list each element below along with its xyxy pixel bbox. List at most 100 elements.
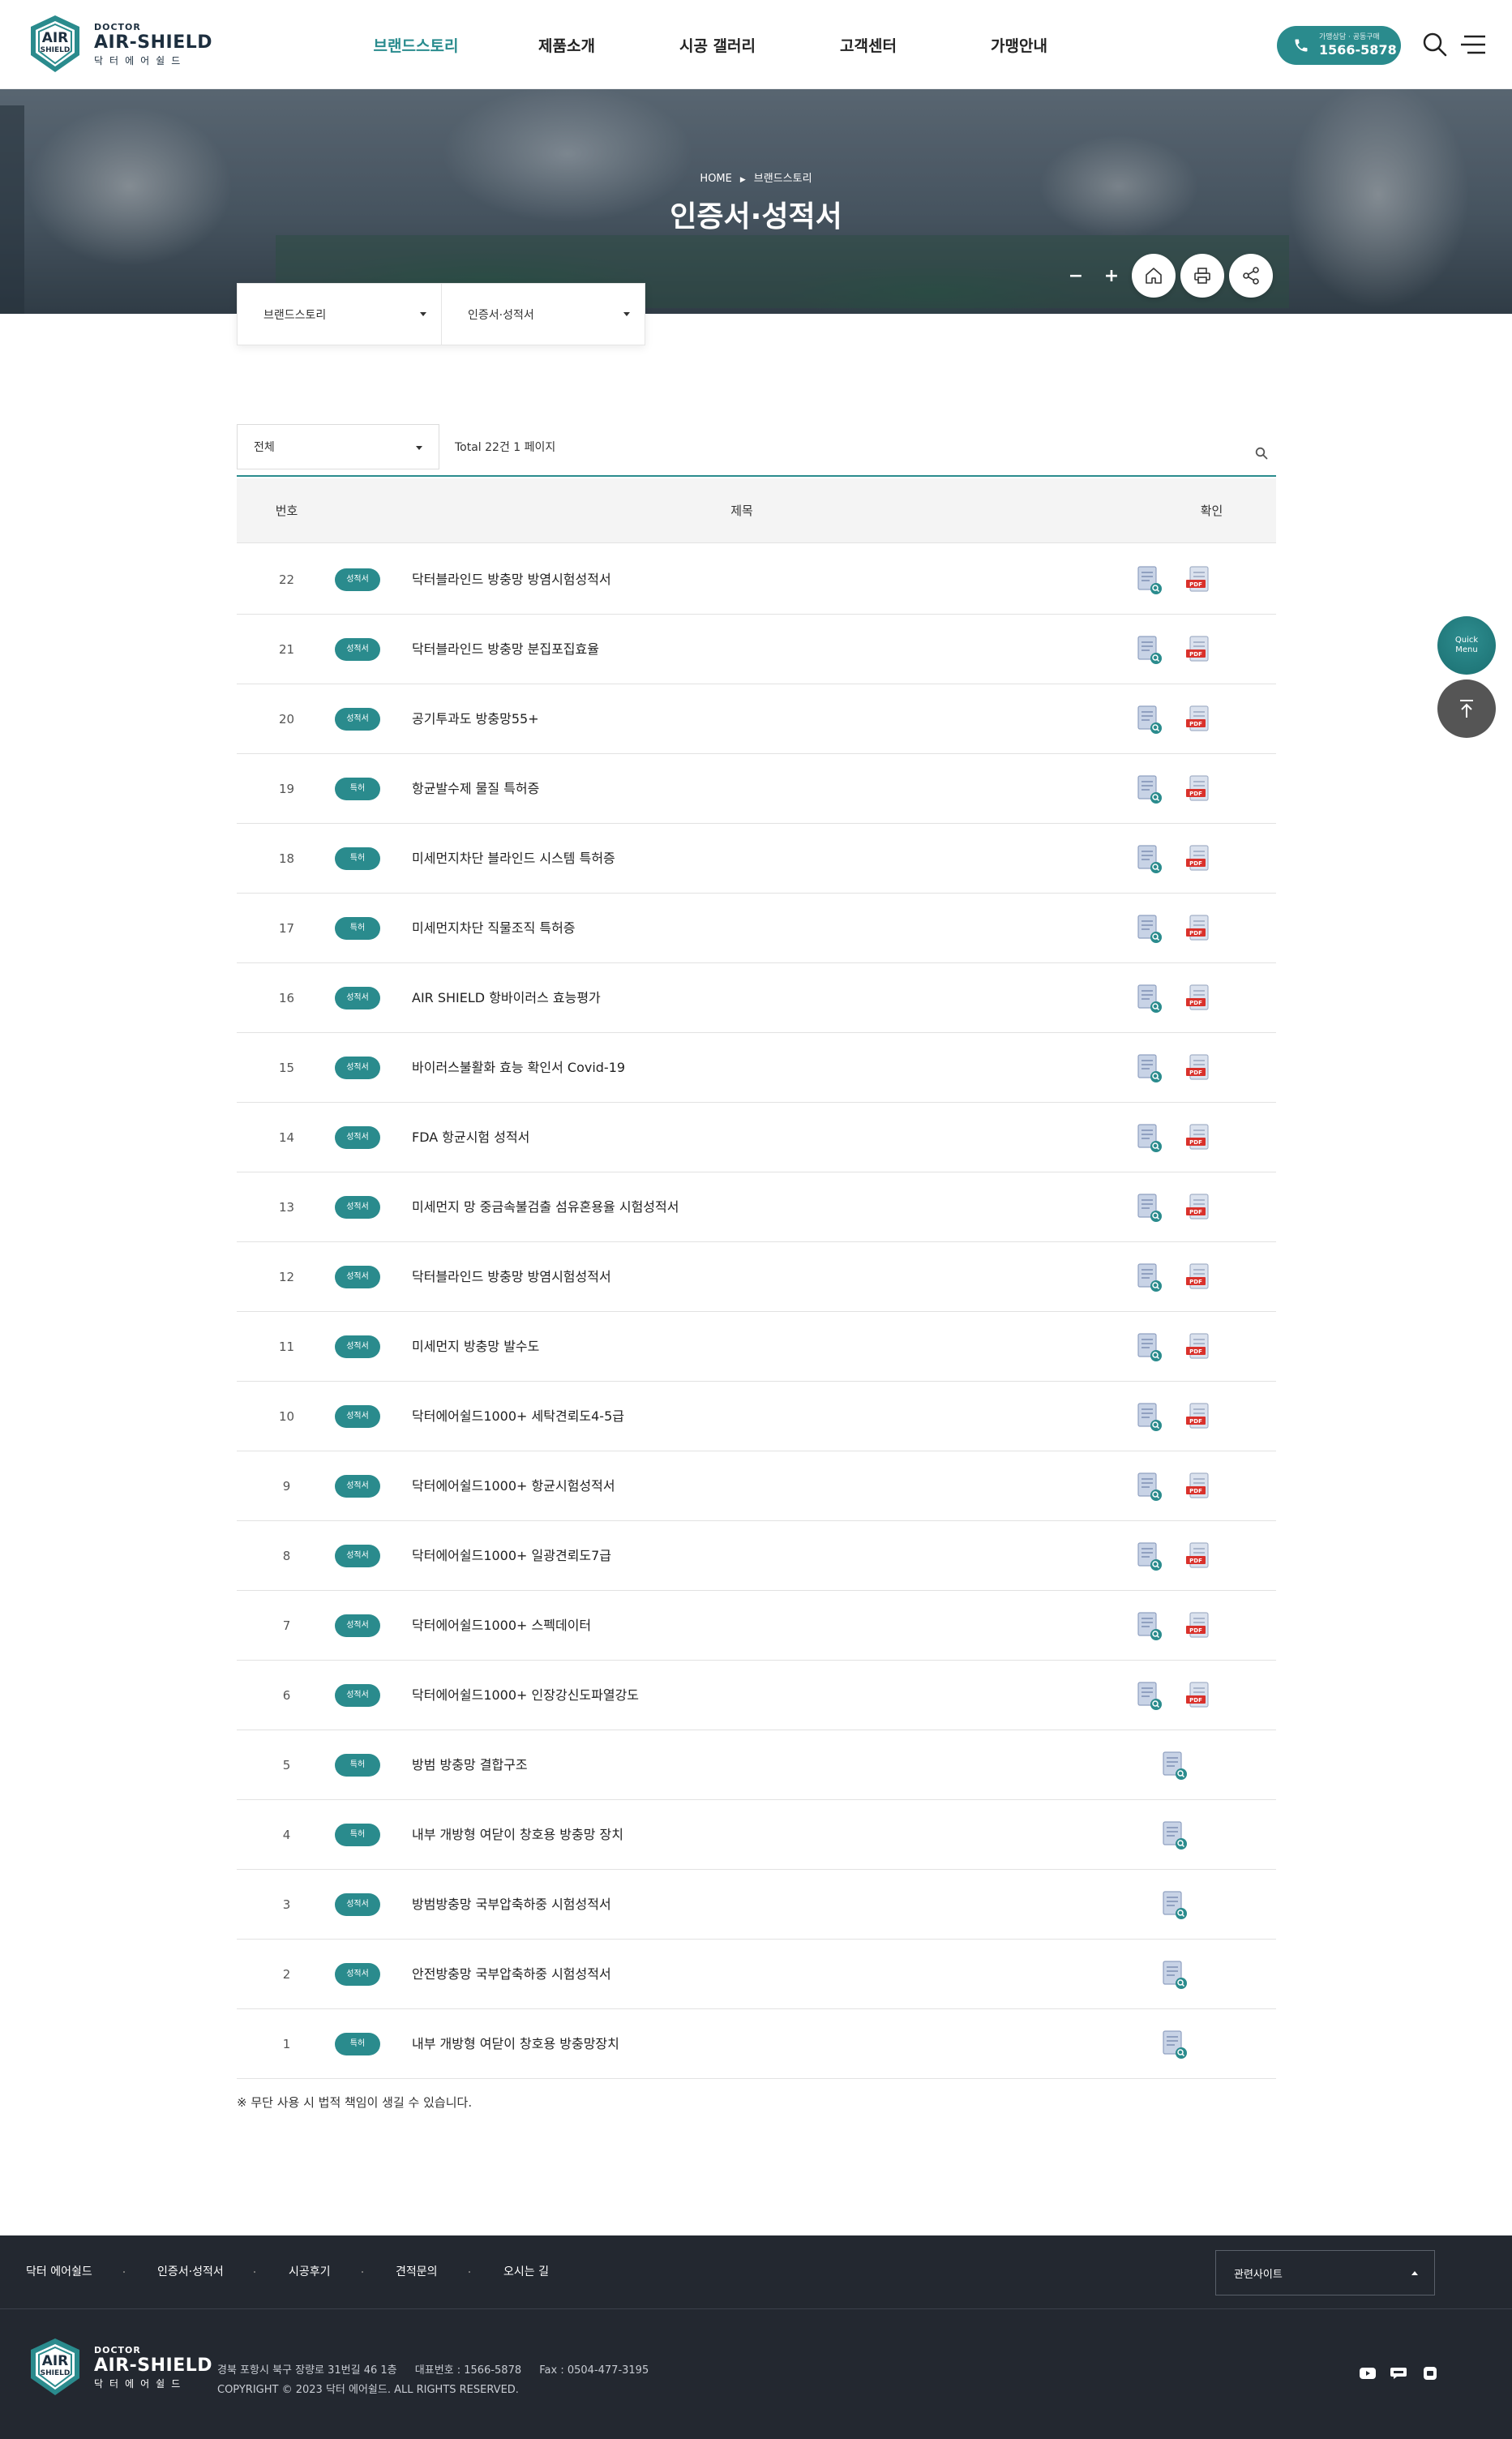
search-icon[interactable] [1421, 31, 1449, 58]
pdf-download-icon[interactable]: PDF [1184, 914, 1214, 945]
category-filter-select[interactable]: 전체 [237, 424, 439, 469]
document-view-icon[interactable] [1135, 1193, 1164, 1224]
row-title-link[interactable]: 바이러스불활화 효능 확인서 Covid-19 [412, 1033, 625, 1103]
document-view-icon[interactable] [1135, 774, 1164, 805]
document-view-icon[interactable] [1160, 1820, 1189, 1851]
pdf-download-icon[interactable]: PDF [1184, 1123, 1214, 1154]
copyright-notice: ※ 무단 사용 시 법적 책임이 생길 수 있습니다. [237, 2095, 473, 2110]
row-title-link[interactable]: 닥터블라인드 방충망 방염시험성적서 [412, 545, 611, 615]
table-row: 9 성적서 닥터에어쉴드1000+ 항균시험성적서 PDF [237, 1451, 1276, 1521]
share-button[interactable] [1229, 254, 1273, 298]
family-site-select[interactable]: 관련사이트 [1215, 2250, 1435, 2295]
table-row: 18 특허 미세먼지차단 블라인드 시스템 특허증 PDF [237, 824, 1276, 894]
row-title-link[interactable]: 미세먼지 방충망 발수도 [412, 1312, 539, 1382]
print-button[interactable] [1180, 254, 1224, 298]
pdf-download-icon[interactable]: PDF [1184, 1611, 1214, 1642]
pdf-download-icon[interactable]: PDF [1184, 1541, 1214, 1572]
document-view-icon[interactable] [1135, 984, 1164, 1014]
row-title-link[interactable]: 항균발수제 물질 특허증 [412, 754, 539, 824]
breadcrumb-home[interactable]: HOME [700, 173, 731, 185]
footer-link-directions[interactable]: 오시는 길 [503, 2235, 549, 2309]
home-button[interactable] [1132, 254, 1176, 298]
pdf-download-icon[interactable]: PDF [1184, 1472, 1214, 1502]
row-title-link[interactable]: FDA 항균시험 성적서 [412, 1103, 529, 1172]
tel-button[interactable]: 가맹상담 · 공동구매 1566-5878 [1277, 26, 1401, 65]
blog-icon[interactable] [1422, 2367, 1438, 2380]
row-title-link[interactable]: 방범 방충망 결합구조 [412, 1730, 528, 1800]
footer-link-certificates[interactable]: 인증서·성적서 [157, 2235, 224, 2309]
font-increase-button[interactable]: + [1094, 266, 1129, 286]
pdf-download-icon[interactable]: PDF [1184, 565, 1214, 596]
row-title-link[interactable]: 미세먼지 망 중금속불검출 섬유혼용율 시험성적서 [412, 1172, 679, 1242]
pdf-download-icon[interactable]: PDF [1184, 1262, 1214, 1293]
nav-brand-story[interactable]: 브랜드스토리 [341, 34, 491, 56]
category-badge: 성적서 [335, 987, 380, 1009]
pdf-download-icon[interactable]: PDF [1184, 774, 1214, 805]
row-title-link[interactable]: 닥터에어쉴드1000+ 항균시험성적서 [412, 1451, 615, 1521]
pdf-download-icon[interactable]: PDF [1184, 984, 1214, 1014]
pdf-download-icon[interactable]: PDF [1184, 1053, 1214, 1084]
footer-link-reviews[interactable]: 시공후기 [289, 2235, 331, 2309]
logo-doctor: DOCTOR [94, 21, 141, 32]
category-badge: 성적서 [335, 1684, 380, 1707]
document-view-icon[interactable] [1135, 1541, 1164, 1572]
footer-link-about[interactable]: 닥터 에어쉴드 [26, 2235, 92, 2309]
nav-gallery[interactable]: 시공 갤러리 [642, 34, 793, 56]
row-title-link[interactable]: 닥터블라인드 방충망 분집포집효율 [412, 615, 599, 684]
row-title-link[interactable]: 내부 개방형 여닫이 창호용 방충망 장치 [412, 1800, 623, 1870]
row-title-link[interactable]: 내부 개방형 여닫이 창호용 방충망장치 [412, 2009, 619, 2079]
document-view-icon[interactable] [1135, 1053, 1164, 1084]
row-title-link[interactable]: 안전방충망 국부압축하중 시험성적서 [412, 1940, 611, 2009]
youtube-icon[interactable] [1360, 2367, 1376, 2380]
document-view-icon[interactable] [1135, 1123, 1164, 1154]
pdf-download-icon[interactable]: PDF [1184, 705, 1214, 735]
row-title-link[interactable]: 닥터에어쉴드1000+ 스펙데이터 [412, 1591, 591, 1661]
logo[interactable]: AIR SHIELD DOCTOR AIR-SHIELD 닥터에어쉴드 [24, 13, 212, 75]
pdf-download-icon[interactable]: PDF [1184, 1193, 1214, 1224]
document-view-icon[interactable] [1135, 565, 1164, 596]
document-view-icon[interactable] [1135, 844, 1164, 875]
nav-franchise[interactable]: 가맹안내 [944, 34, 1094, 56]
pdf-download-icon[interactable]: PDF [1184, 844, 1214, 875]
breadcrumb-current[interactable]: 브랜드스토리 [754, 173, 812, 185]
quick-menu-button[interactable]: Quick Menu [1437, 616, 1496, 675]
nav-products[interactable]: 제품소개 [491, 34, 642, 56]
document-view-icon[interactable] [1160, 1960, 1189, 1991]
row-title-link[interactable]: 공기투과도 방충망55+ [412, 684, 539, 754]
company-info: 경북 포항시 북구 장량로 31번길 46 1층 대표번호 : 1566-587… [217, 2361, 663, 2400]
row-title-link[interactable]: 닥터에어쉴드1000+ 세탁견뢰도4-5급 [412, 1382, 624, 1451]
row-title-link[interactable]: 닥터에어쉴드1000+ 일광견뢰도7급 [412, 1521, 611, 1591]
depth1-select[interactable]: 브랜드스토리 [238, 284, 441, 345]
row-title-link[interactable]: 닥터블라인드 방충망 방염시험성적서 [412, 1242, 611, 1312]
board-search-icon[interactable] [1255, 447, 1268, 460]
document-view-icon[interactable] [1135, 1611, 1164, 1642]
document-view-icon[interactable] [1135, 1681, 1164, 1712]
document-view-icon[interactable] [1160, 2030, 1189, 2060]
row-title-link[interactable]: AIR SHIELD 항바이러스 효능평가 [412, 963, 601, 1033]
hamburger-icon[interactable] [1459, 32, 1487, 57]
document-view-icon[interactable] [1160, 1890, 1189, 1921]
site-footer: 닥터 에어쉴드 인증서·성적서 시공후기 견적문의 오시는 길 관련사이트 AI… [0, 2235, 1512, 2439]
pdf-download-icon[interactable]: PDF [1184, 635, 1214, 666]
row-title-link[interactable]: 방범방충망 국부압축하중 시험성적서 [412, 1870, 611, 1940]
font-decrease-button[interactable]: − [1058, 266, 1094, 286]
pdf-download-icon[interactable]: PDF [1184, 1681, 1214, 1712]
talk-icon[interactable] [1390, 2367, 1407, 2380]
pdf-download-icon[interactable]: PDF [1184, 1402, 1214, 1433]
document-view-icon[interactable] [1135, 914, 1164, 945]
nav-customer-center[interactable]: 고객센터 [793, 34, 944, 56]
depth2-select[interactable]: 인증서·성적서 [441, 284, 645, 345]
scroll-top-button[interactable] [1437, 679, 1496, 738]
document-view-icon[interactable] [1135, 1332, 1164, 1363]
pdf-download-icon[interactable]: PDF [1184, 1332, 1214, 1363]
row-title-link[interactable]: 닥터에어쉴드1000+ 인장강신도파열강도 [412, 1661, 639, 1730]
document-view-icon[interactable] [1135, 1262, 1164, 1293]
document-view-icon[interactable] [1135, 705, 1164, 735]
row-title-link[interactable]: 미세먼지차단 블라인드 시스템 특허증 [412, 824, 615, 894]
document-view-icon[interactable] [1160, 1751, 1189, 1781]
document-view-icon[interactable] [1135, 1402, 1164, 1433]
footer-link-estimate[interactable]: 견적문의 [396, 2235, 438, 2309]
document-view-icon[interactable] [1135, 635, 1164, 666]
row-title-link[interactable]: 미세먼지차단 직물조직 특허증 [412, 894, 576, 963]
document-view-icon[interactable] [1135, 1472, 1164, 1502]
